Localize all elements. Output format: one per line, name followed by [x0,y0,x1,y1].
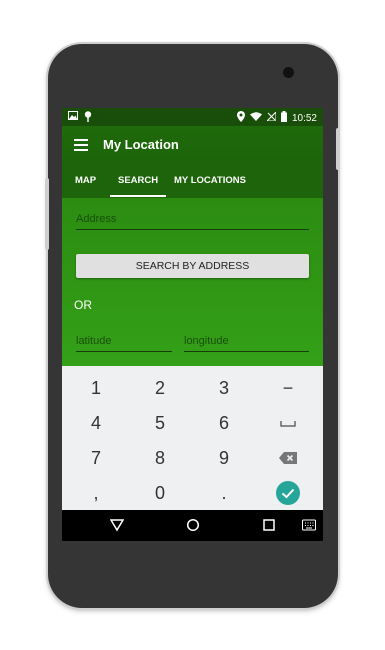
status-bar: 10:52 [62,108,323,126]
key-9[interactable]: 9 [192,441,256,475]
backspace-icon [279,452,297,464]
volume-button [45,178,49,250]
key-3[interactable]: 3 [192,371,256,405]
signal-icon [265,110,277,124]
home-icon[interactable] [186,518,200,537]
power-button [336,128,340,170]
key-8[interactable]: 8 [128,441,192,475]
location-icon [236,111,245,125]
keyboard-icon[interactable] [302,518,316,536]
battery-icon [280,111,287,125]
hamburger-icon[interactable] [74,139,88,151]
navigation-bar [62,510,323,541]
key-done[interactable] [256,476,320,510]
front-camera [283,67,294,78]
screen: 10:52 My Location MAP SEARCH MY LOCATION… [62,108,323,541]
tab-indicator [110,195,166,197]
key-4[interactable]: 4 [64,406,128,440]
pin-icon [84,111,92,125]
key-period[interactable]: . [192,476,256,510]
wifi-icon [249,112,262,124]
key-7[interactable]: 7 [64,441,128,475]
back-icon[interactable] [109,518,125,537]
address-field[interactable]: Address [76,213,116,225]
longitude-field[interactable]: longitude [184,335,229,347]
app-toolbar: My Location [62,126,323,166]
key-5[interactable]: 5 [128,406,192,440]
tab-search[interactable]: SEARCH [118,175,158,186]
space-icon [280,421,296,427]
tab-my-locations[interactable]: MY LOCATIONS [174,175,246,186]
latitude-field-underline [76,351,172,352]
address-field-underline [76,229,309,230]
key-2[interactable]: 2 [128,371,192,405]
recents-icon[interactable] [262,518,276,537]
key-comma[interactable]: , [64,476,128,510]
search-by-address-button[interactable]: SEARCH BY ADDRESS [76,254,309,278]
key-1[interactable]: 1 [64,371,128,405]
image-icon [68,111,78,125]
page-title: My Location [103,137,179,152]
key-0[interactable]: 0 [128,476,192,510]
latitude-field[interactable]: latitude [76,335,111,347]
key-6[interactable]: 6 [192,406,256,440]
tab-bar: MAP SEARCH MY LOCATIONS [62,166,323,198]
tab-map[interactable]: MAP [75,175,96,186]
or-label: OR [74,298,92,312]
longitude-field-underline [184,351,309,352]
key-minus[interactable]: − [256,371,320,405]
numeric-keyboard: 1 2 3 − 4 5 6 7 8 9 , 0 . [62,366,323,510]
key-backspace[interactable] [256,441,320,475]
status-time: 10:52 [291,112,317,124]
check-icon [276,481,300,505]
key-space[interactable] [256,406,320,440]
search-form: Address SEARCH BY ADDRESS OR latitude lo… [62,198,323,366]
